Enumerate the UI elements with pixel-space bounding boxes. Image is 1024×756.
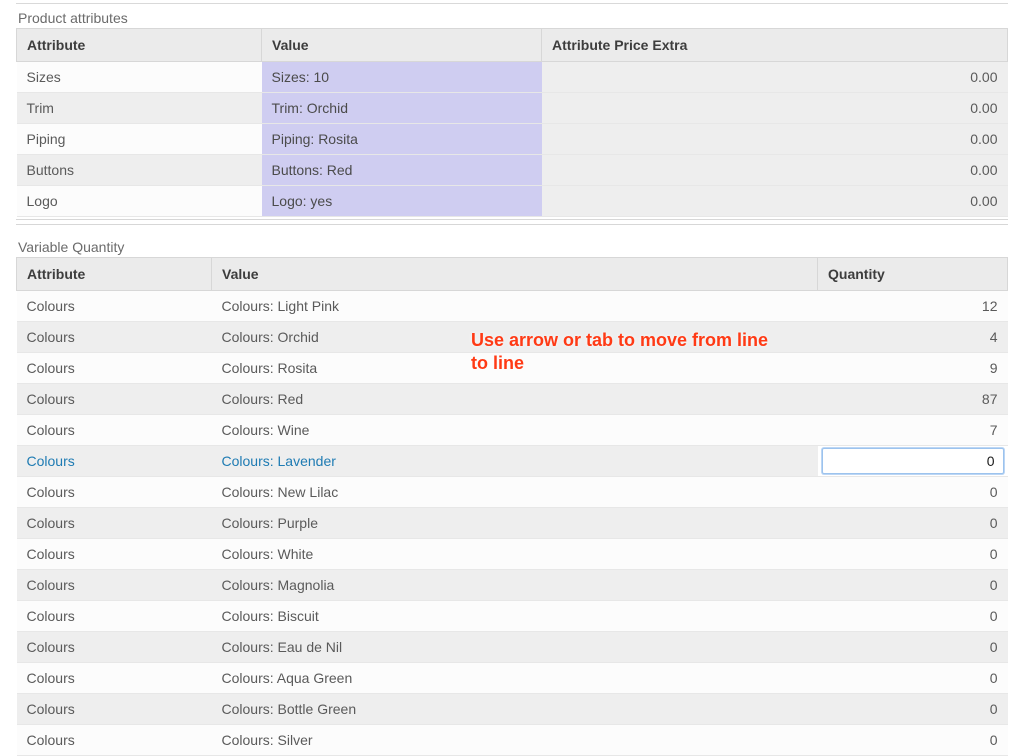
table-row[interactable]: ColoursColours: Purple0 xyxy=(17,508,1008,539)
quantity-cell[interactable]: 0 xyxy=(818,725,1008,756)
quantity-cell[interactable]: 0 xyxy=(818,694,1008,725)
attr-cell[interactable]: Colours xyxy=(17,508,212,539)
quantity-cell[interactable]: 0 xyxy=(818,570,1008,601)
table-row[interactable]: ColoursColours: Wine7 xyxy=(17,415,1008,446)
attr-cell[interactable]: Piping xyxy=(17,124,262,155)
attr-cell[interactable]: Colours xyxy=(17,663,212,694)
table-row[interactable]: ButtonsButtons: Red0.00 xyxy=(17,155,1008,186)
product-attributes-table: Attribute Value Attribute Price Extra Si… xyxy=(16,28,1008,217)
value-cell[interactable]: Colours: Wine xyxy=(212,415,818,446)
attr-cell[interactable]: Colours xyxy=(17,632,212,663)
value-cell[interactable]: Colours: Lavender xyxy=(212,446,818,477)
quantity-cell[interactable]: 4 xyxy=(818,322,1008,353)
attr-cell[interactable]: Colours xyxy=(17,570,212,601)
quantity-cell[interactable]: 12 xyxy=(818,291,1008,322)
quantity-cell[interactable]: 9 xyxy=(818,353,1008,384)
table-row[interactable]: ColoursColours: Rosita9 xyxy=(17,353,1008,384)
attr-cell[interactable]: Trim xyxy=(17,93,262,124)
value-cell[interactable]: Colours: Magnolia xyxy=(212,570,818,601)
table-row[interactable]: ColoursColours: Silver0 xyxy=(17,725,1008,756)
attr-cell[interactable]: Colours xyxy=(17,384,212,415)
product-attributes-title: Product attributes xyxy=(18,10,1008,26)
table-row[interactable]: TrimTrim: Orchid0.00 xyxy=(17,93,1008,124)
table-row[interactable]: ColoursColours: Biscuit0 xyxy=(17,601,1008,632)
table-row[interactable]: ColoursColours: Red87 xyxy=(17,384,1008,415)
quantity-cell[interactable]: 0 xyxy=(818,477,1008,508)
quantity-cell[interactable]: 0 xyxy=(818,663,1008,694)
attr-cell[interactable]: Colours xyxy=(17,353,212,384)
value-cell[interactable]: Colours: Rosita xyxy=(212,353,818,384)
table-row[interactable]: ColoursColours: Bottle Green0 xyxy=(17,694,1008,725)
col-header-value[interactable]: Value xyxy=(212,258,818,291)
value-cell[interactable]: Logo: yes xyxy=(262,186,542,217)
extra-cell[interactable]: 0.00 xyxy=(542,93,1008,124)
quantity-cell[interactable]: 0 xyxy=(818,601,1008,632)
value-cell[interactable]: Buttons: Red xyxy=(262,155,542,186)
attr-cell[interactable]: Sizes xyxy=(17,62,262,93)
attr-cell[interactable]: Colours xyxy=(17,477,212,508)
attr-cell[interactable]: Colours xyxy=(17,446,212,477)
quantity-cell[interactable]: 7 xyxy=(818,415,1008,446)
variable-quantity-title: Variable Quantity xyxy=(18,239,1008,255)
table-row[interactable]: PipingPiping: Rosita0.00 xyxy=(17,124,1008,155)
table-row[interactable]: SizesSizes: 100.00 xyxy=(17,62,1008,93)
attr-cell[interactable]: Logo xyxy=(17,186,262,217)
table-row[interactable]: LogoLogo: yes0.00 xyxy=(17,186,1008,217)
table-row[interactable]: ColoursColours: Lavender xyxy=(17,446,1008,477)
attr-cell[interactable]: Buttons xyxy=(17,155,262,186)
quantity-input[interactable] xyxy=(822,448,1004,474)
quantity-cell[interactable]: 0 xyxy=(818,539,1008,570)
table-row[interactable]: ColoursColours: Light Pink12 xyxy=(17,291,1008,322)
attr-cell[interactable]: Colours xyxy=(17,539,212,570)
value-cell[interactable]: Trim: Orchid xyxy=(262,93,542,124)
value-cell[interactable]: Sizes: 10 xyxy=(262,62,542,93)
table-row[interactable]: ColoursColours: Orchid4 xyxy=(17,322,1008,353)
value-cell[interactable]: Colours: Aqua Green xyxy=(212,663,818,694)
variable-quantity-table: Attribute Value Quantity ColoursColours:… xyxy=(16,257,1008,756)
attr-cell[interactable]: Colours xyxy=(17,322,212,353)
attr-cell[interactable]: Colours xyxy=(17,601,212,632)
value-cell[interactable]: Colours: White xyxy=(212,539,818,570)
col-header-quantity[interactable]: Quantity xyxy=(818,258,1008,291)
value-cell[interactable]: Colours: Eau de Nil xyxy=(212,632,818,663)
extra-cell[interactable]: 0.00 xyxy=(542,124,1008,155)
table-row[interactable]: ColoursColours: Magnolia0 xyxy=(17,570,1008,601)
col-header-attribute[interactable]: Attribute xyxy=(17,29,262,62)
table-row[interactable]: ColoursColours: Eau de Nil0 xyxy=(17,632,1008,663)
quantity-cell[interactable]: 0 xyxy=(818,508,1008,539)
col-header-value[interactable]: Value xyxy=(262,29,542,62)
attr-cell[interactable]: Colours xyxy=(17,415,212,446)
value-cell[interactable]: Colours: Light Pink xyxy=(212,291,818,322)
table-row[interactable]: ColoursColours: White0 xyxy=(17,539,1008,570)
quantity-cell[interactable] xyxy=(818,446,1008,477)
value-cell[interactable]: Colours: Bottle Green xyxy=(212,694,818,725)
value-cell[interactable]: Colours: New Lilac xyxy=(212,477,818,508)
quantity-cell[interactable]: 0 xyxy=(818,632,1008,663)
extra-cell[interactable]: 0.00 xyxy=(542,186,1008,217)
extra-cell[interactable]: 0.00 xyxy=(542,155,1008,186)
attr-cell[interactable]: Colours xyxy=(17,694,212,725)
table-row[interactable]: ColoursColours: New Lilac0 xyxy=(17,477,1008,508)
table-row[interactable]: ColoursColours: Aqua Green0 xyxy=(17,663,1008,694)
value-cell[interactable]: Piping: Rosita xyxy=(262,124,542,155)
value-cell[interactable]: Colours: Red xyxy=(212,384,818,415)
value-cell[interactable]: Colours: Orchid xyxy=(212,322,818,353)
value-cell[interactable]: Colours: Silver xyxy=(212,725,818,756)
value-cell[interactable]: Colours: Purple xyxy=(212,508,818,539)
quantity-cell[interactable]: 87 xyxy=(818,384,1008,415)
value-cell[interactable]: Colours: Biscuit xyxy=(212,601,818,632)
col-header-attribute[interactable]: Attribute xyxy=(17,258,212,291)
extra-cell[interactable]: 0.00 xyxy=(542,62,1008,93)
attr-cell[interactable]: Colours xyxy=(17,725,212,756)
attr-cell[interactable]: Colours xyxy=(17,291,212,322)
col-header-extra[interactable]: Attribute Price Extra xyxy=(542,29,1008,62)
